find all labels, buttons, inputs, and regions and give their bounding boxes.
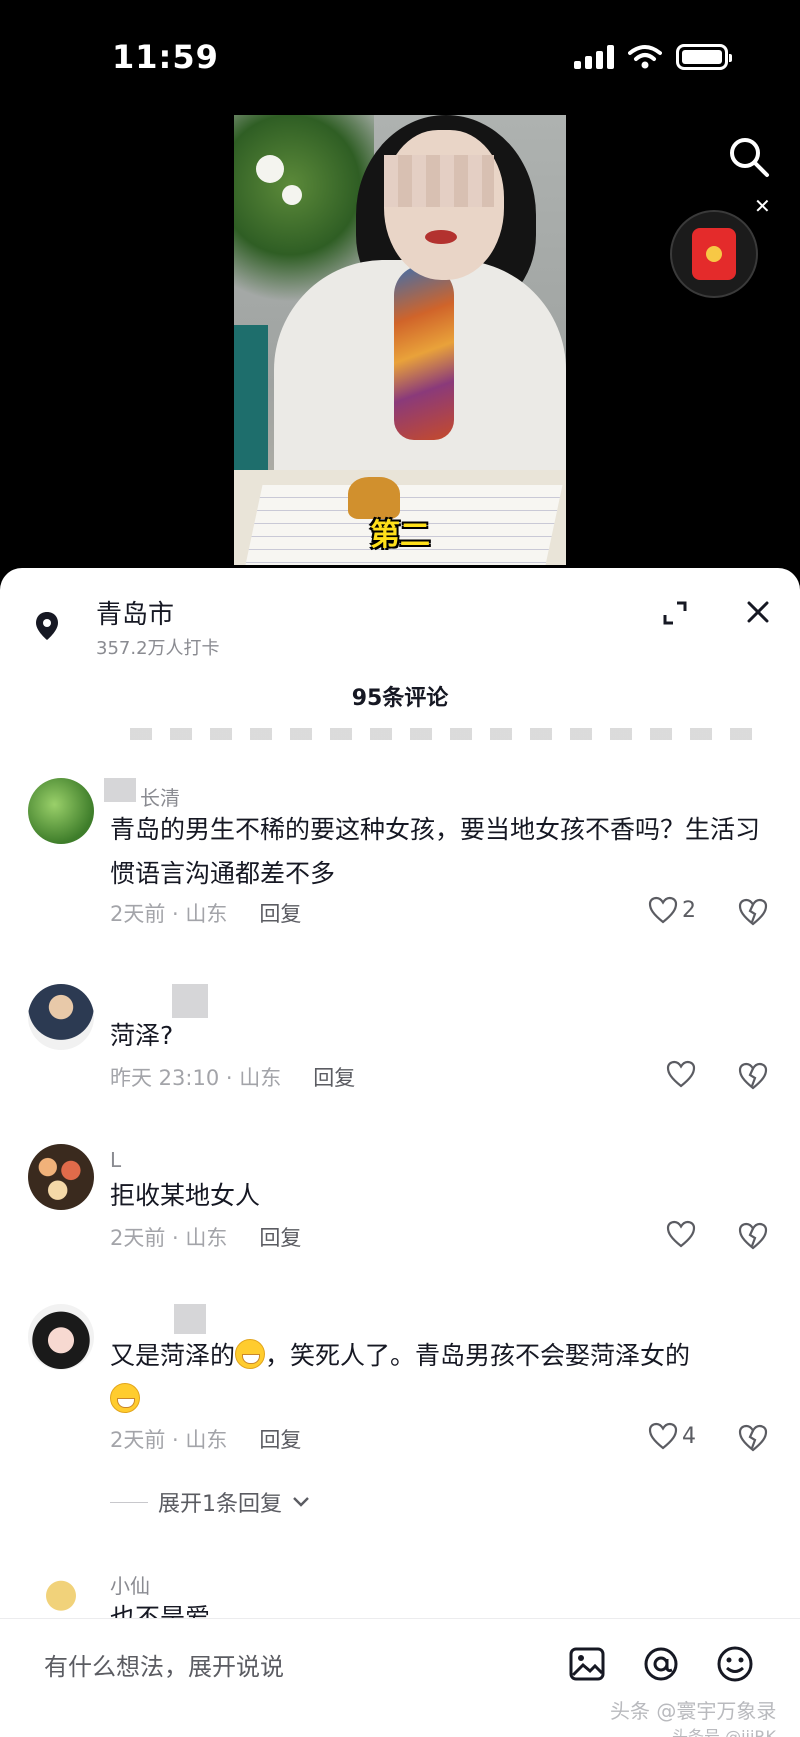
like-button[interactable]: 2: [648, 896, 696, 924]
person-scarf: [394, 265, 454, 440]
comment-text: 青岛的男生不稀的要这种女孩，要当地女孩不香吗？生活习惯语言沟通都差不多: [110, 815, 761, 888]
avatar[interactable]: [28, 778, 94, 844]
smiley-icon[interactable]: [716, 1645, 754, 1683]
person-lips: [425, 230, 457, 244]
comment-time: 2天前 · 山东: [110, 1226, 228, 1250]
reply-button[interactable]: 回复: [259, 1424, 301, 1454]
face-blur: [384, 155, 494, 207]
faded-previous-comment: [130, 728, 770, 740]
redpacket-icon[interactable]: [670, 210, 758, 298]
reply-button[interactable]: 回复: [313, 1062, 355, 1092]
divider: [110, 1501, 148, 1503]
comment-meta: 2天前 · 山东 回复: [110, 1424, 301, 1454]
at-icon[interactable]: [642, 1645, 680, 1683]
video-frame[interactable]: [234, 115, 566, 565]
video-subtitle: 第二: [370, 518, 430, 553]
heart-icon: [648, 896, 678, 924]
comment-count: 95条评论: [351, 686, 449, 711]
comment-meta: 2天前 · 山东 回复: [110, 898, 301, 928]
close-redpacket-icon[interactable]: ✕: [754, 196, 771, 216]
broken-heart-icon[interactable]: [738, 1062, 768, 1090]
battery-icon: [676, 44, 732, 70]
wifi-icon: [628, 45, 662, 69]
like-count: 2: [682, 897, 696, 923]
flower-decoration: [282, 185, 302, 205]
comment-text: 菏泽?: [110, 1021, 174, 1050]
status-icons: [574, 44, 732, 70]
status-time: 11:59: [112, 38, 219, 76]
comment-author[interactable]: 小仙: [110, 1570, 150, 1599]
expand-replies-button[interactable]: 展开1条回复: [110, 1486, 310, 1518]
comment-text-part: 又是菏泽的: [110, 1341, 236, 1370]
reply-button[interactable]: 回复: [259, 898, 301, 928]
chevron-down-icon: [293, 1497, 309, 1507]
name-blur: [104, 778, 136, 802]
avatar[interactable]: [28, 984, 94, 1050]
signal-icon: [574, 45, 614, 69]
status-bar: 11:59: [0, 0, 800, 110]
expand-icon[interactable]: [662, 600, 688, 626]
comment-meta: 2天前 · 山东 回复: [110, 1222, 301, 1252]
grin-emoji-icon: [110, 1383, 140, 1413]
comment-text: 拒收某地女人: [110, 1181, 261, 1210]
comment-time: 2天前 · 山东: [110, 1428, 228, 1452]
flower-decoration: [256, 155, 284, 183]
comment-author[interactable]: 长清: [140, 782, 180, 811]
location-pin-icon: [36, 612, 58, 640]
like-count: 4: [682, 1423, 696, 1449]
grin-emoji-icon: [235, 1339, 266, 1369]
comment-input[interactable]: 有什么想法，展开说说: [44, 1647, 284, 1682]
comment-time: 2天前 · 山东: [110, 902, 228, 926]
avatar[interactable]: [28, 1144, 94, 1210]
broken-heart-icon[interactable]: [738, 1424, 768, 1452]
reply-button[interactable]: 回复: [259, 1222, 301, 1252]
close-icon[interactable]: [742, 596, 774, 628]
comment-text: 又是菏泽的 ，笑死人了。青岛男孩不会娶菏泽女的: [110, 1334, 760, 1422]
watermark: 头条 @寰宇万象录: [610, 1699, 777, 1723]
location-checkins: 357.2万人打卡: [96, 638, 220, 659]
broken-heart-icon[interactable]: [738, 1222, 768, 1250]
expand-replies-label: 展开1条回复: [158, 1492, 282, 1517]
video-area[interactable]: 11:59 第二 ✕: [0, 0, 800, 580]
comment-time: 昨天 23:10 · 山东: [110, 1066, 282, 1090]
comment-author[interactable]: L: [110, 1148, 121, 1172]
image-icon[interactable]: [568, 1645, 606, 1683]
heart-icon: [648, 1422, 678, 1450]
like-button[interactable]: [666, 1220, 696, 1248]
name-blur: [172, 984, 208, 1018]
heart-icon: [666, 1060, 696, 1088]
watermark: 头条号 @ijiRK: [672, 1727, 777, 1737]
like-button[interactable]: [666, 1060, 696, 1088]
comment-sheet: 青岛市 357.2万人打卡 95条评论 长清 青岛的男生不稀的要这种女孩，要当地…: [0, 568, 800, 1737]
comment-input-bar: 有什么想法，展开说说 头条 @寰宇万象录 头条号 @ijiRK: [0, 1618, 800, 1737]
name-blur: [174, 1304, 206, 1334]
comment-text-part: ，笑死人了。青岛男孩不会娶菏泽女的: [265, 1341, 691, 1370]
broken-heart-icon[interactable]: [738, 898, 768, 926]
location-name[interactable]: 青岛市: [96, 594, 174, 631]
comment-meta: 昨天 23:10 · 山东 回复: [110, 1062, 355, 1092]
heart-icon: [666, 1220, 696, 1248]
search-icon[interactable]: [726, 134, 772, 180]
avatar[interactable]: [28, 1304, 94, 1370]
like-button[interactable]: 4: [648, 1422, 696, 1450]
